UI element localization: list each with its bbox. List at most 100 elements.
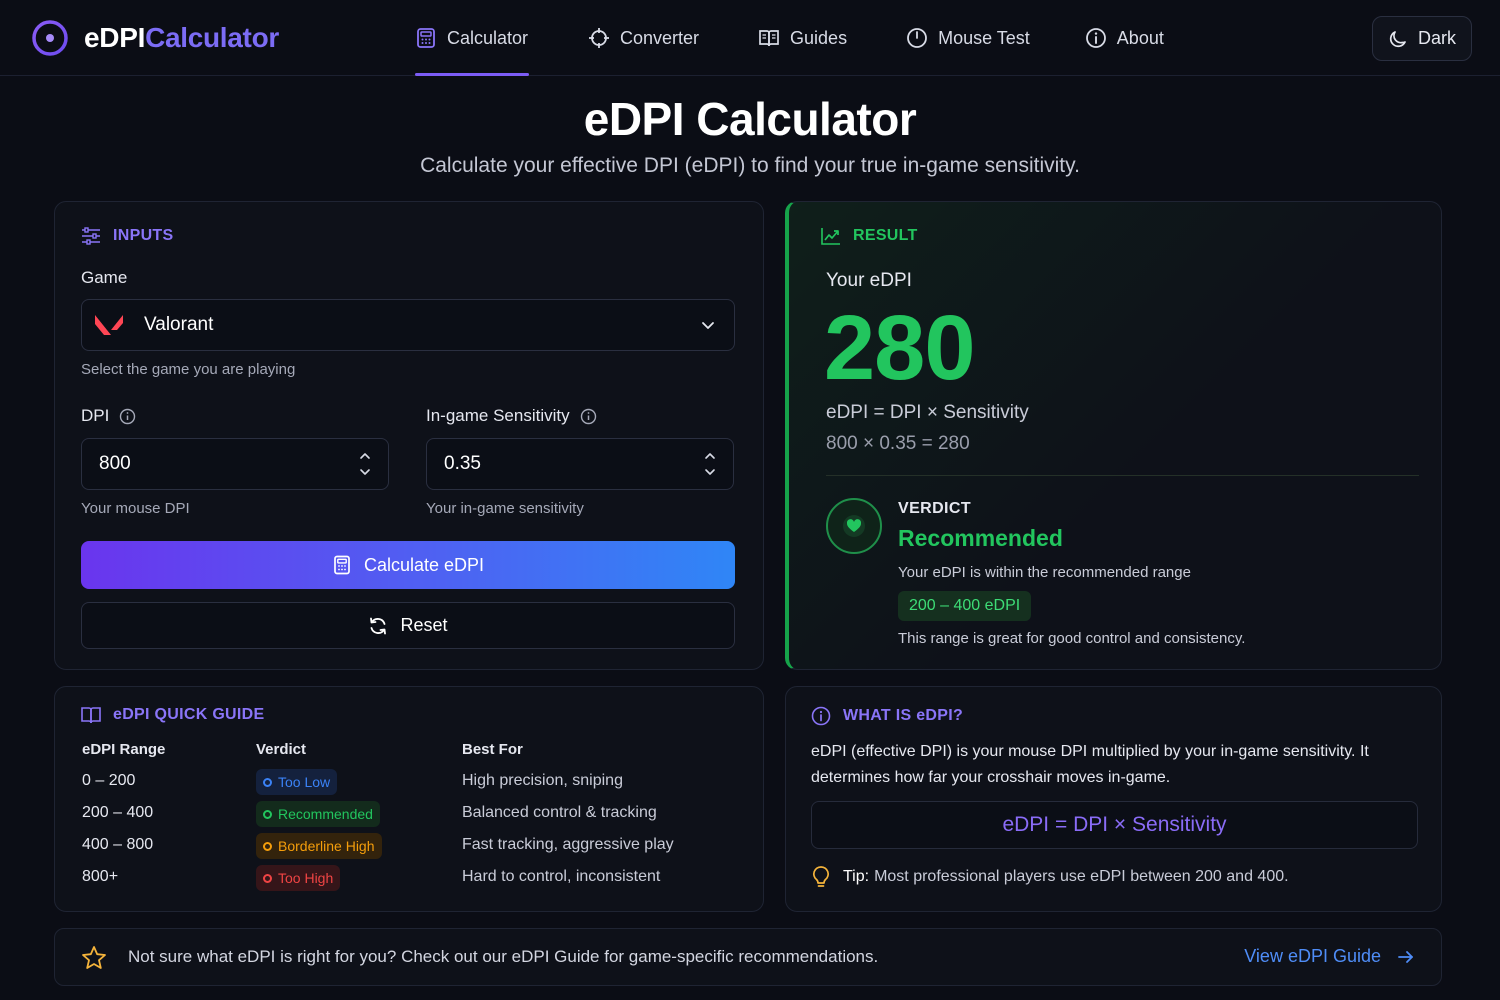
verdict-caption: VERDICT [898,500,972,517]
table-row-range: 800+ [82,868,119,885]
book-icon [81,707,101,724]
game-label: Game [81,268,127,288]
too-low-dot-icon [263,777,272,787]
info-icon [1085,28,1106,48]
page-subtitle: Calculate your effective DPI (eDPI) to f… [420,154,1080,177]
top-navigation: eDPICalculator Calculator Converter Guid… [0,0,1500,76]
trending-up-icon [821,228,840,245]
range-badge: 200 – 400 eDPI [898,591,1032,621]
verdict-badge-label: Recommended [278,806,373,822]
quick-guide-card: eDPI QUICK GUIDE eDPI Range Verdict Best… [54,686,764,912]
nav-calculator-label: Calculator [447,27,529,48]
table-row-range: 200 – 400 [82,804,154,821]
tip: Tip: Most professional players use eDPI … [811,865,1289,889]
verdict-badge-too-low: Too Low [256,769,338,795]
nav-converter[interactable]: Converter [588,0,699,76]
tip-label: Tip: [843,868,870,885]
brand-name: eDPICalculator [84,22,279,54]
calculator-icon [334,555,350,575]
nav-mouse-test-label: Mouse Test [938,27,1030,48]
tip-text: Most professional players use eDPI betwe… [874,868,1289,885]
game-select-value: Valorant [144,314,214,335]
table-row-best-for: Balanced control & tracking [462,804,657,821]
table-row-best-for: High precision, sniping [462,772,623,789]
view-edpi-guide-label: View eDPI Guide [1244,946,1381,966]
dpi-stepper-icon[interactable] [358,449,372,479]
sensitivity-label-text: In-game Sensitivity [426,406,570,425]
calculator-icon [417,28,435,48]
formula-box: eDPI = DPI × Sensitivity [811,801,1418,849]
verdict-badge [826,498,882,554]
game-hint: Select the game you are playing [81,361,296,378]
dpi-input-value: 800 [99,453,131,474]
sensitivity-info-icon[interactable] [580,408,597,425]
sensitivity-stepper-icon[interactable] [703,449,717,479]
edpi-result-value: 280 [824,297,975,399]
nav-about[interactable]: About [1085,0,1164,76]
moon-icon [1389,30,1406,47]
what-is-edpi-description: eDPI (effective DPI) is your mouse DPI m… [811,743,1369,786]
guide-banner: Not sure what eDPI is right for you? Che… [54,928,1442,986]
game-label-text: Game [81,268,128,287]
dpi-info-icon[interactable] [119,408,136,425]
main-nav: Calculator Converter Guides Mouse Test A… [415,0,1164,76]
your-edpi-label: Your eDPI [826,270,912,291]
chevron-down-icon [702,322,714,329]
table-row-best-for: Hard to control, inconsistent [462,868,661,885]
crosshair-logo-icon [26,14,74,62]
brand-name-part2: Calculator [145,22,279,53]
reset-button[interactable]: Reset [81,602,735,649]
nav-guides[interactable]: Guides [758,0,847,76]
dpi-label-text: DPI [81,406,110,425]
too-high-dot-icon [263,873,272,883]
inputs-heading-label: INPUTS [113,227,174,244]
book-icon [759,30,779,47]
verdict-badge-recommended: Recommended [256,801,380,827]
sensitivity-label: In-game Sensitivity [426,406,597,426]
crosshair-icon [589,28,609,48]
verdict-badge-label: Borderline High [278,838,375,854]
result-calculation: 800 × 0.35 = 280 [826,433,970,454]
result-divider [826,475,1419,476]
inputs-card: INPUTS Game Valorant Select the game you… [54,201,764,670]
calculate-button-label: Calculate eDPI [363,554,485,575]
brand[interactable]: eDPICalculator [26,14,279,62]
nav-calculator[interactable]: Calculator [415,0,529,76]
banner-text: Not sure what eDPI is right for you? Che… [128,947,879,966]
dpi-input[interactable]: 800 [81,438,389,490]
page-title: eDPI Calculator [583,93,917,145]
verdict-badge-too-high: Too High [256,865,341,891]
theme-toggle-button[interactable]: Dark [1372,16,1472,61]
result-card: RESULT Your eDPI 280 eDPI = DPI × Sensit… [785,201,1442,670]
result-heading-label: RESULT [853,227,918,244]
game-select[interactable]: Valorant [81,299,735,351]
view-edpi-guide-link[interactable]: View eDPI Guide [1244,946,1415,967]
mouse-icon [907,28,927,48]
what-is-edpi-card: WHAT IS eDPI? eDPI (effective DPI) is yo… [785,686,1442,912]
theme-toggle-label: Dark [1417,28,1456,48]
heart-shield-icon [843,515,865,537]
sensitivity-input[interactable]: 0.35 [426,438,734,490]
sensitivity-input-value: 0.35 [444,453,481,474]
table-row-best-for: Fast tracking, aggressive play [462,836,674,853]
inputs-heading: INPUTS [81,227,173,245]
verdict-badge-label: Too High [278,870,334,886]
range-note: This range is great for good control and… [898,630,1246,647]
nav-mouse-test[interactable]: Mouse Test [906,0,1030,76]
table-row-range: 0 – 200 [82,772,136,789]
result-formula: eDPI = DPI × Sensitivity [826,402,1029,423]
verdict-value: Recommended [898,525,1063,551]
lightbulb-icon [812,866,830,887]
info-icon [811,706,831,726]
star-icon [82,946,106,969]
sensitivity-hint: Your in-game sensitivity [426,500,584,517]
column-header-verdict: Verdict [256,741,307,758]
nav-guides-label: Guides [790,27,848,48]
sliders-icon [82,227,100,245]
borderline-dot-icon [263,841,272,851]
arrow-right-icon [1398,950,1413,963]
calculate-button[interactable]: Calculate eDPI [81,541,735,589]
what-is-edpi-heading: WHAT IS eDPI? [811,706,963,726]
dpi-label: DPI [81,406,136,426]
column-header-best-for: Best For [462,741,523,758]
